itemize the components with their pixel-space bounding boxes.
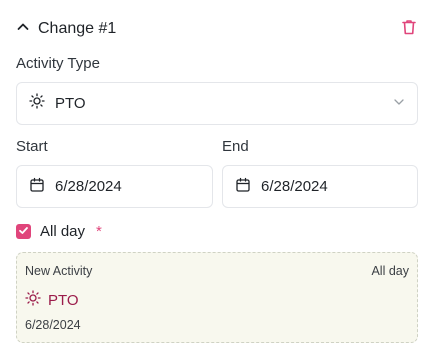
end-date-input[interactable]: 6/28/2024 xyxy=(222,165,418,208)
start-label: Start xyxy=(16,138,48,155)
sun-icon xyxy=(29,93,45,114)
start-date-input[interactable]: 6/28/2024 xyxy=(16,165,213,208)
preview-activity-label: PTO xyxy=(48,291,79,309)
activity-preview-card: New Activity All day PTO 6/28/2024 xyxy=(16,252,418,343)
all-day-checkbox[interactable] xyxy=(16,223,31,240)
all-day-label: All day xyxy=(40,222,86,240)
end-label: End xyxy=(222,138,249,155)
preview-activity: PTO xyxy=(25,290,79,310)
activity-type-value: PTO xyxy=(55,95,86,112)
sun-icon xyxy=(25,290,41,310)
change-panel: Change #1 Activity Type PTO Start End 6/… xyxy=(0,0,436,352)
delete-change-button[interactable] xyxy=(398,18,420,40)
trash-icon xyxy=(400,18,418,41)
activity-type-label: Activity Type xyxy=(16,55,100,72)
activity-type-select[interactable]: PTO xyxy=(16,82,418,125)
change-header: Change #1 xyxy=(16,16,420,42)
collapse-toggle[interactable]: Change #1 xyxy=(16,20,116,39)
preview-all-day: All day xyxy=(371,264,409,278)
change-title: Change #1 xyxy=(38,20,117,37)
preview-title: New Activity xyxy=(25,264,93,278)
chevron-up-icon xyxy=(16,20,30,39)
calendar-icon xyxy=(29,177,45,197)
chevron-down-icon xyxy=(393,95,405,113)
check-icon xyxy=(18,223,29,240)
start-date-value: 6/28/2024 xyxy=(55,178,122,195)
all-day-row: All day * xyxy=(16,220,102,242)
end-date-value: 6/28/2024 xyxy=(261,178,328,195)
calendar-icon xyxy=(235,177,251,197)
preview-date: 6/28/2024 xyxy=(25,318,81,332)
required-marker: * xyxy=(96,222,102,240)
